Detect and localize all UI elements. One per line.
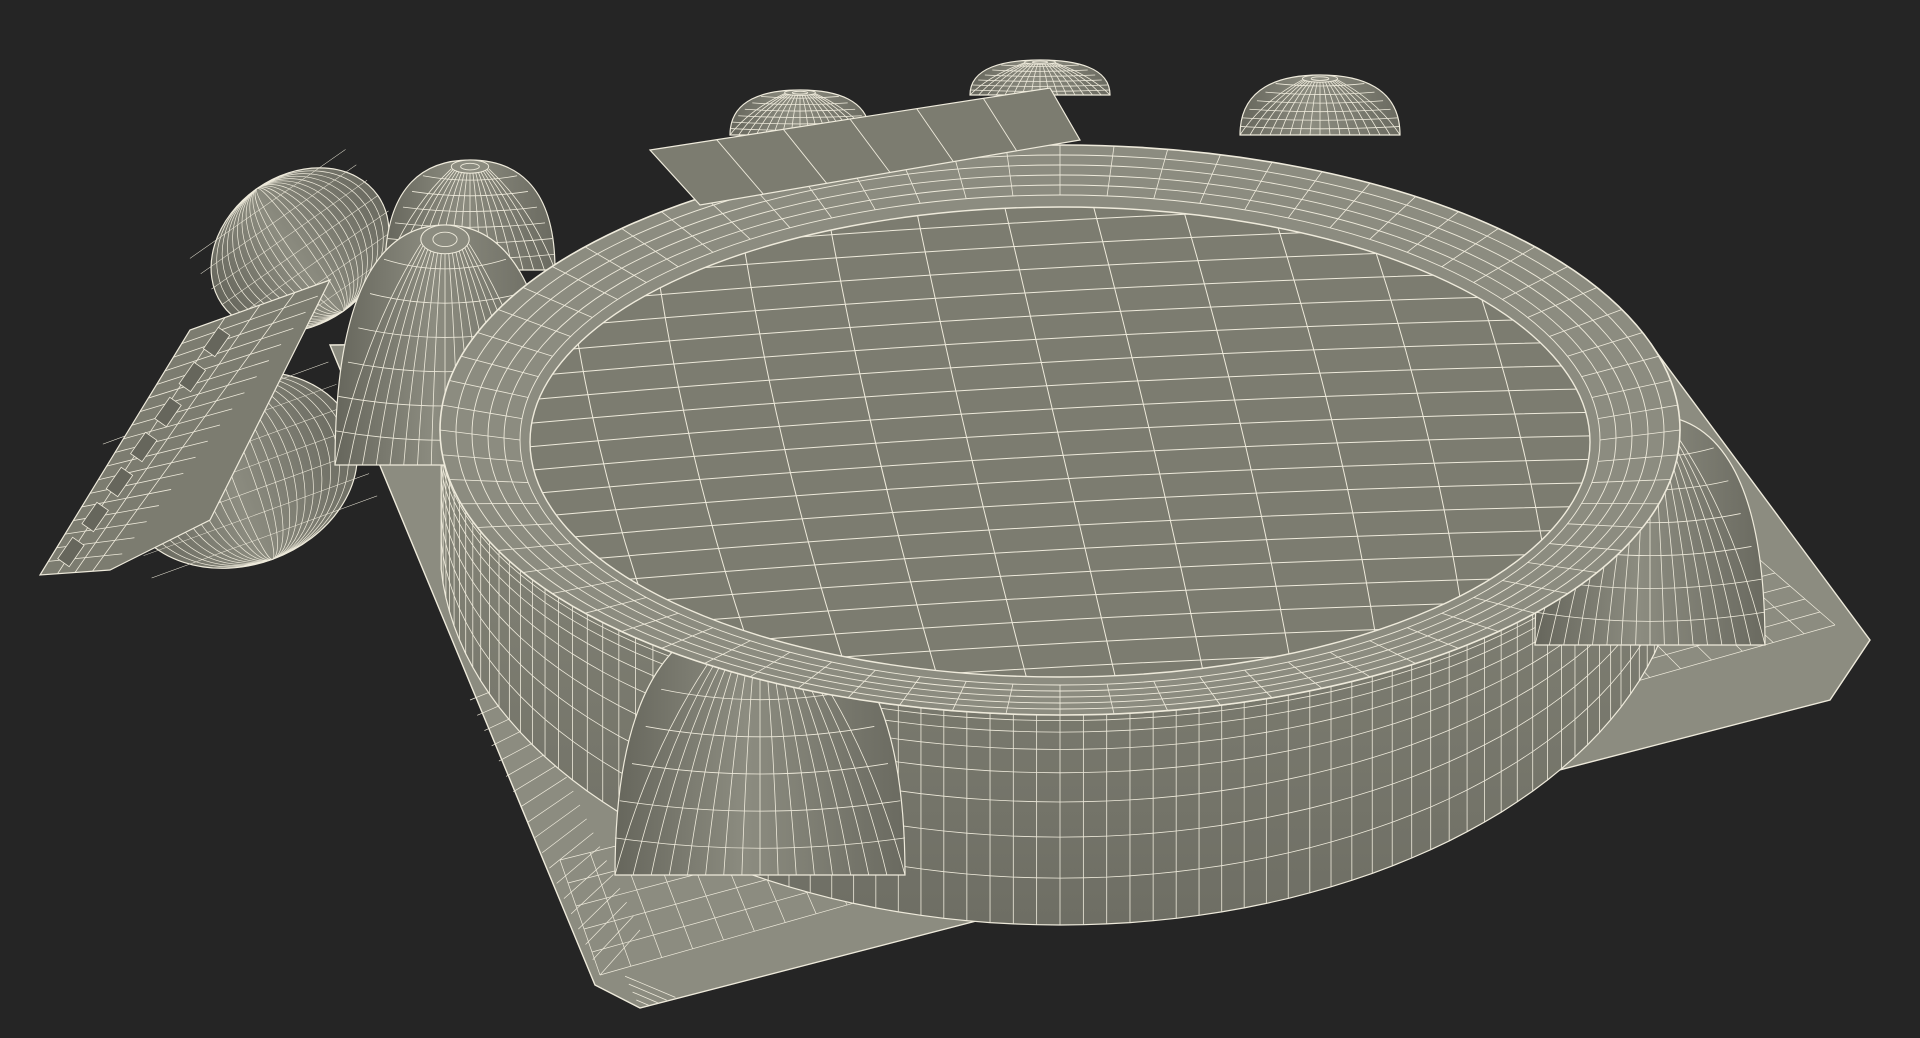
dome-cap <box>450 159 490 174</box>
dome-cap <box>420 224 470 255</box>
wireframe-render-viewport <box>0 0 1920 1038</box>
dome-cap <box>1301 74 1339 83</box>
dome-cap <box>784 89 816 96</box>
wireframe-model-render <box>0 0 1920 1038</box>
